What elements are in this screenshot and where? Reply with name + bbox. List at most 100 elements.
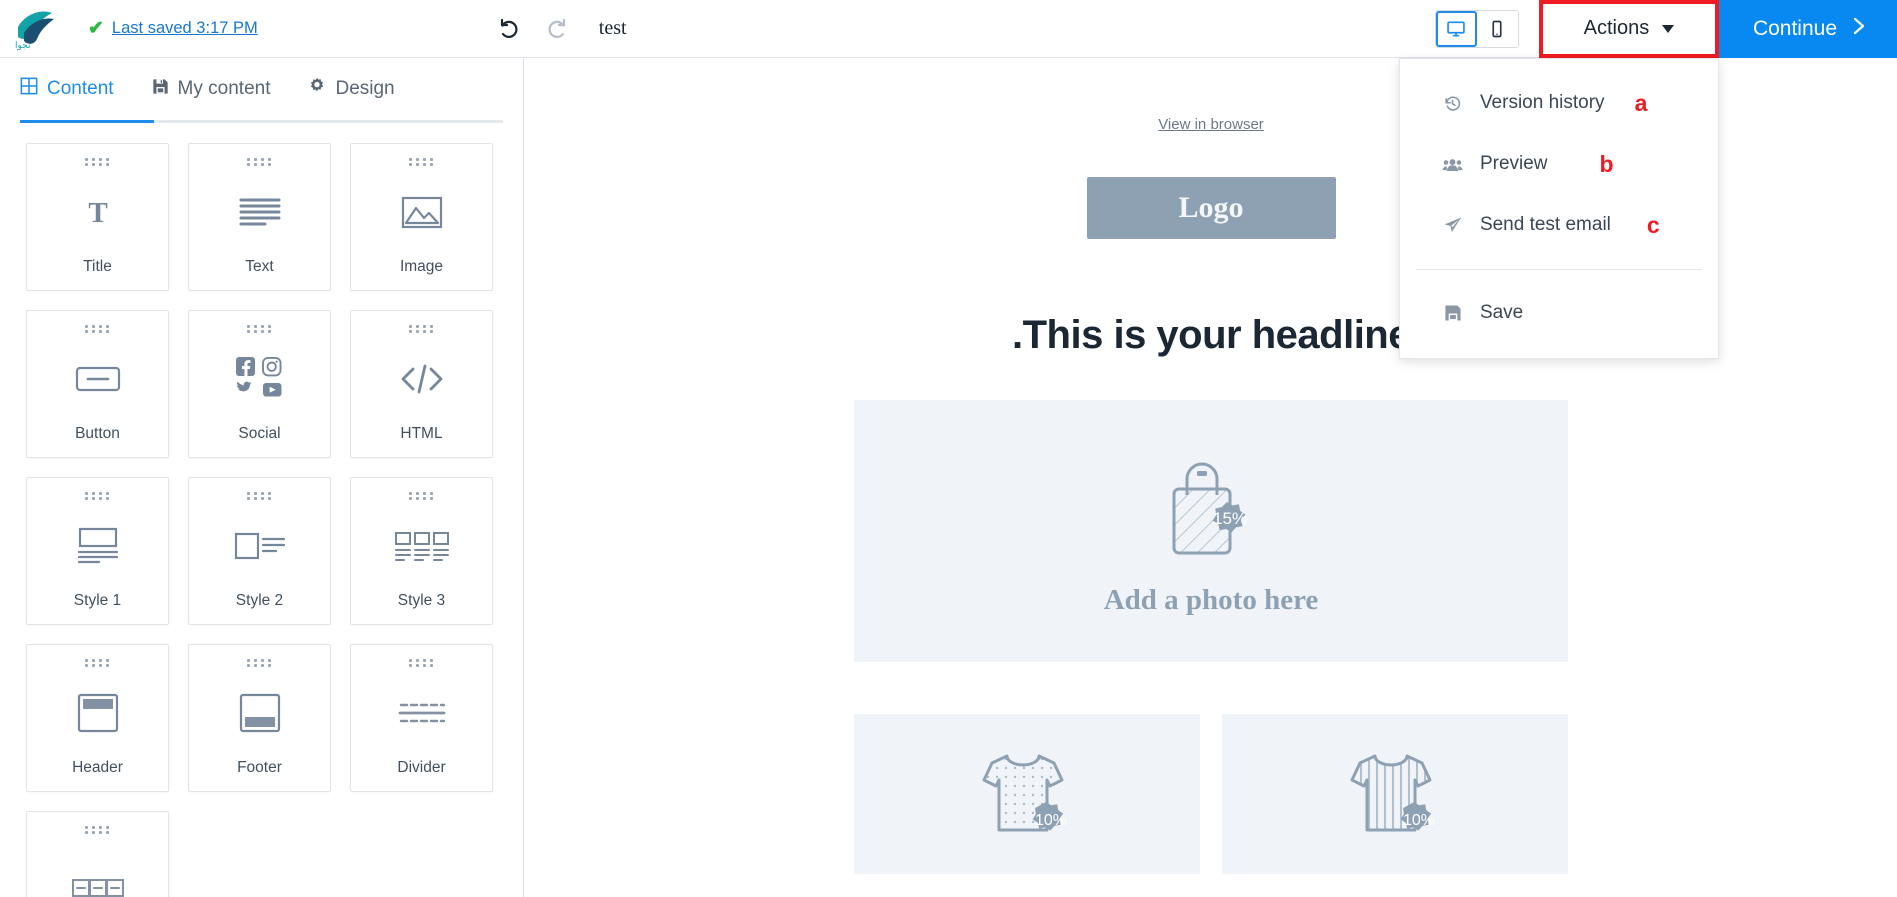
- product-placeholder-right[interactable]: 10%: [1222, 714, 1568, 874]
- actions-button-label: Actions: [1583, 17, 1650, 39]
- photo-placeholder-block[interactable]: 15% Add a photo here: [854, 400, 1568, 662]
- drag-handle-icon[interactable]: [84, 158, 111, 166]
- undo-redo-group: [495, 15, 571, 43]
- tab-label: My content: [177, 78, 271, 99]
- block-button[interactable]: Button: [26, 310, 169, 458]
- continue-button[interactable]: Continue: [1718, 0, 1897, 58]
- actions-menu-wrapper: Actions Version history a Preview b Send…: [1398, 0, 1719, 359]
- columns-icon: [27, 834, 168, 897]
- code-icon: [351, 333, 492, 425]
- block-title[interactable]: T Title: [26, 143, 169, 291]
- block-header[interactable]: Header: [26, 644, 169, 792]
- undo-button[interactable]: [495, 15, 523, 43]
- tshirt-striped-discount-icon: 10%: [1335, 738, 1455, 851]
- photo-badge-text: 15%: [1213, 509, 1247, 528]
- tabs-underline: [20, 120, 503, 123]
- block-html[interactable]: HTML: [350, 310, 493, 458]
- tab-my-content[interactable]: My content: [152, 58, 271, 120]
- title-T-icon: T: [27, 166, 168, 258]
- drag-handle-icon[interactable]: [84, 492, 111, 500]
- block-label: Header: [72, 759, 123, 776]
- drag-handle-icon[interactable]: [84, 325, 111, 333]
- block-divider[interactable]: Divider: [350, 644, 493, 792]
- menu-item-label: Save: [1479, 302, 1524, 323]
- block-label: Footer: [237, 759, 282, 776]
- floppy-disk-icon: [152, 78, 169, 101]
- block-style-3[interactable]: Style 3: [350, 477, 493, 625]
- block-text[interactable]: Text: [188, 143, 331, 291]
- chevron-right-icon: [1851, 14, 1867, 44]
- grid-icon: [20, 77, 38, 101]
- tab-label: Content: [47, 78, 114, 99]
- menu-item-preview[interactable]: Preview b: [1400, 134, 1718, 195]
- block-style-1[interactable]: Style 1: [26, 477, 169, 625]
- menu-item-save[interactable]: Save: [1400, 283, 1718, 344]
- drag-handle-icon[interactable]: [246, 325, 273, 333]
- top-toolbar: نجوا ✔ Last saved 3:17 PM test Actions V…: [0, 0, 1897, 359]
- continue-button-label: Continue: [1752, 16, 1837, 40]
- menu-item-version-history[interactable]: Version history a: [1400, 73, 1718, 134]
- gear-icon: [308, 77, 326, 101]
- annotation-marker-c: c: [1646, 211, 1660, 238]
- photo-placeholder-caption: Add a photo here: [1103, 584, 1319, 616]
- block-label: Style 2: [235, 592, 284, 609]
- social-icons: [189, 333, 330, 425]
- actions-button[interactable]: Actions: [1538, 0, 1719, 58]
- block-label: Style 3: [397, 592, 446, 609]
- actions-dropdown-menu: Version history a Preview b Send test em…: [1398, 57, 1719, 359]
- desktop-view-button[interactable]: [1435, 10, 1477, 47]
- menu-item-send-test-email[interactable]: Send test email c: [1400, 195, 1718, 256]
- document-title[interactable]: test: [599, 17, 627, 40]
- text-lines-icon: [189, 166, 330, 258]
- block-footer[interactable]: Footer: [188, 644, 331, 792]
- drag-handle-icon[interactable]: [246, 659, 273, 667]
- brand-logo[interactable]: نجوا: [10, 6, 62, 52]
- block-label: Title: [83, 258, 112, 275]
- menu-item-label: Send test email: [1479, 214, 1611, 235]
- last-saved-link[interactable]: Last saved 3:17 PM: [112, 19, 258, 38]
- style3-icon: [351, 500, 492, 592]
- tab-content[interactable]: Content: [20, 58, 114, 120]
- block-style-2[interactable]: Style 2: [188, 477, 331, 625]
- product-left-badge-text: 10%: [1035, 812, 1067, 829]
- mobile-view-button[interactable]: [1476, 10, 1518, 47]
- block-label: HTML: [400, 425, 443, 442]
- topbar-right-group: Actions Version history a Preview b Send…: [1398, 0, 1897, 359]
- svg-text:نجوا: نجوا: [15, 40, 30, 51]
- block-social[interactable]: Social: [188, 310, 331, 458]
- style1-icon: [27, 500, 168, 592]
- drag-handle-icon[interactable]: [246, 492, 273, 500]
- block-image[interactable]: Image: [350, 143, 493, 291]
- left-sidebar: Content My content Design T Title Text I…: [0, 58, 524, 897]
- shopping-bag-discount-icon: 15%: [1152, 445, 1270, 568]
- block-label: Divider: [397, 759, 446, 776]
- drag-handle-icon[interactable]: [408, 659, 435, 667]
- drag-handle-icon[interactable]: [408, 158, 435, 166]
- logo-placeholder-text: Logo: [1178, 191, 1244, 224]
- paper-plane-icon: [1442, 215, 1464, 235]
- block-columns[interactable]: [26, 811, 169, 897]
- active-tab-indicator: [20, 120, 154, 123]
- annotation-marker-b: b: [1599, 150, 1614, 177]
- device-preview-toggle: [1434, 9, 1519, 48]
- drag-handle-icon[interactable]: [246, 158, 273, 166]
- block-label: Image: [399, 258, 444, 275]
- redo-button[interactable]: [543, 15, 571, 43]
- footer-icon: [189, 667, 330, 759]
- product-placeholder-left[interactable]: 10%: [854, 714, 1200, 874]
- annotation-marker-a: a: [1634, 89, 1648, 116]
- drag-handle-icon[interactable]: [408, 492, 435, 500]
- product-right-badge-text: 10%: [1403, 812, 1435, 829]
- drag-handle-icon[interactable]: [408, 325, 435, 333]
- style2-icon: [189, 500, 330, 592]
- menu-item-label: Version history: [1479, 92, 1605, 113]
- tab-design[interactable]: Design: [308, 58, 395, 120]
- menu-item-label: Preview: [1479, 153, 1548, 174]
- block-label: Style 1: [73, 592, 122, 609]
- logo-placeholder-block[interactable]: Logo: [1086, 177, 1336, 239]
- drag-handle-icon[interactable]: [84, 826, 111, 834]
- block-label: Text: [245, 258, 274, 275]
- drag-handle-icon[interactable]: [84, 659, 111, 667]
- users-icon: [1442, 155, 1464, 174]
- block-label: Social: [238, 425, 281, 442]
